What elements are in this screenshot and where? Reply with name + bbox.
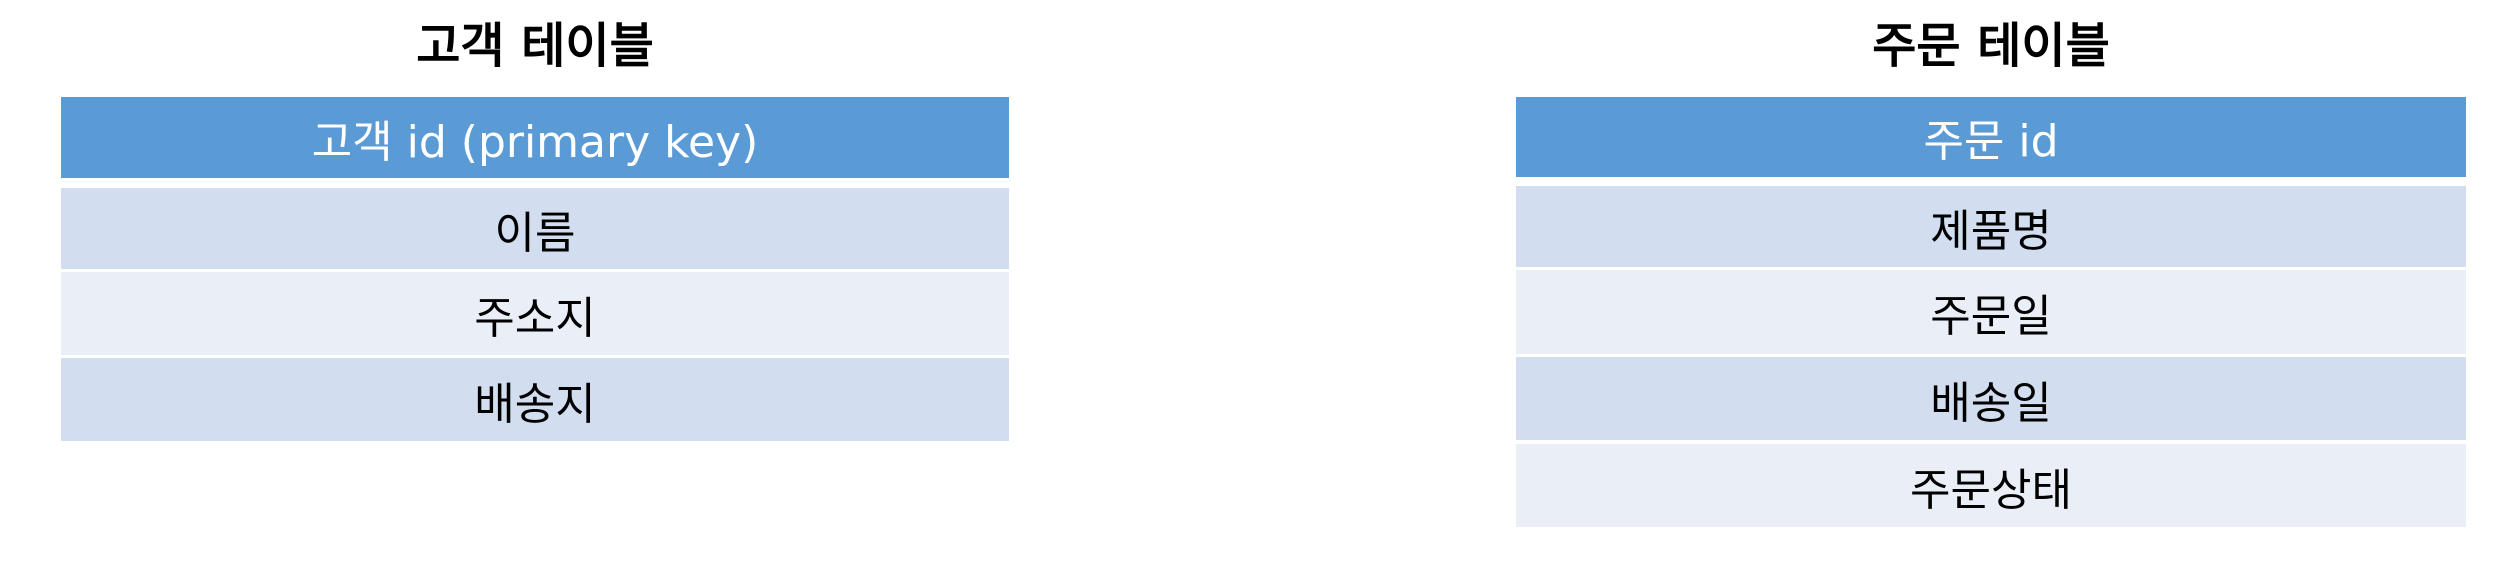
customer-table-header: 고객 id (primary key) [61, 97, 1009, 178]
order-field: 주문상태 [1516, 444, 2466, 527]
customer-table-title: 고객 테이블 [416, 18, 654, 74]
order-table: 주문 테이블 주문 id 제품명 주문일 배송일 주문상태 [1516, 0, 2466, 563]
order-field: 배송일 [1516, 357, 2466, 440]
order-field: 제품명 [1516, 186, 2466, 267]
customer-table: 고객 테이블 고객 id (primary key) 이름 주소지 배송지 [61, 0, 1009, 563]
customer-field: 이름 [61, 188, 1009, 269]
order-field: 주문일 [1516, 270, 2466, 354]
order-table-title: 주문 테이블 [1872, 18, 2110, 74]
customer-field: 배송지 [61, 358, 1009, 441]
customer-field: 주소지 [61, 272, 1009, 355]
order-table-header: 주문 id [1516, 97, 2466, 177]
